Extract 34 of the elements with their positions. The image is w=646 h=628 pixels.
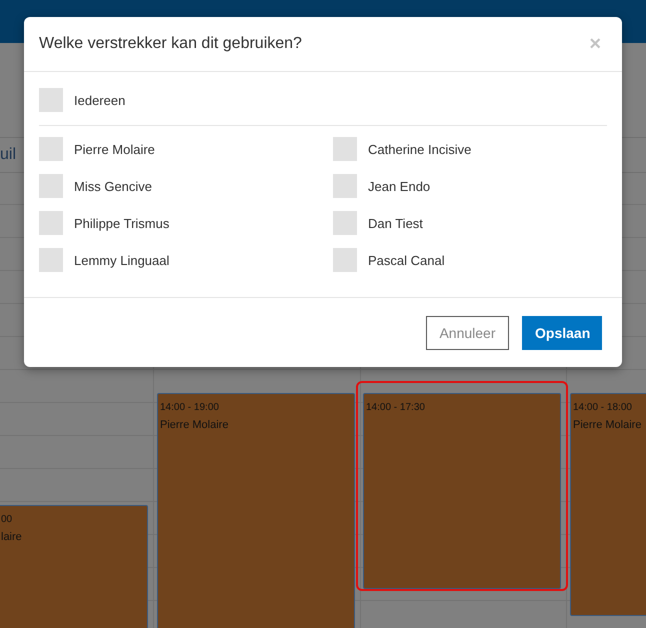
checkbox-label: Miss Gencive [74,178,152,194]
calendar-event[interactable]: 14:00 - 17:30 [363,393,561,589]
checkbox-label: Jean Endo [368,178,430,194]
checkbox[interactable] [333,137,357,161]
event-title: Pierre Molaire [160,419,230,431]
event-title: Pierre Molaire [573,419,642,431]
checkbox-label: Lemmy Linguaal [74,252,170,268]
event-time: 14:00 - 17:30 [366,402,426,413]
close-button[interactable]: × [583,34,607,54]
checkbox-label: Iedereen [74,92,126,108]
calendar-event[interactable]: 14:00 - 19:00 Pierre Molaire [157,393,355,628]
checkbox[interactable] [333,211,357,235]
checkbox-label: Pascal Canal [368,252,445,268]
checkbox-label: Philippe Trismus [74,216,170,230]
event-title: laire [1,531,23,543]
dialog-title: Welke verstrekker kan dit gebruiken? [39,35,302,53]
checkbox[interactable] [39,137,63,161]
calendar-event[interactable]: 00 laire [0,505,148,628]
event-time: 00 [1,514,14,525]
checkbox-label: Dan Tiest [368,216,423,230]
checkbox[interactable] [333,174,357,198]
checkbox[interactable] [39,174,63,198]
checkbox[interactable] [39,211,63,235]
save-button[interactable]: Opslaan [522,316,602,350]
checkbox-label: Catherine Incisive [368,142,472,156]
checkbox-label: Pierre Molaire [74,142,155,156]
checkbox[interactable] [39,88,63,112]
calendar-event[interactable]: 14:00 - 18:00 Pierre Molaire [570,393,646,616]
checkbox[interactable] [39,248,63,272]
checkbox[interactable] [333,248,357,272]
event-time: 14:00 - 19:00 [160,402,220,413]
event-time: 14:00 - 18:00 [573,402,633,413]
cancel-button[interactable]: Annuleer [426,316,509,350]
week-label: uil [0,146,16,164]
